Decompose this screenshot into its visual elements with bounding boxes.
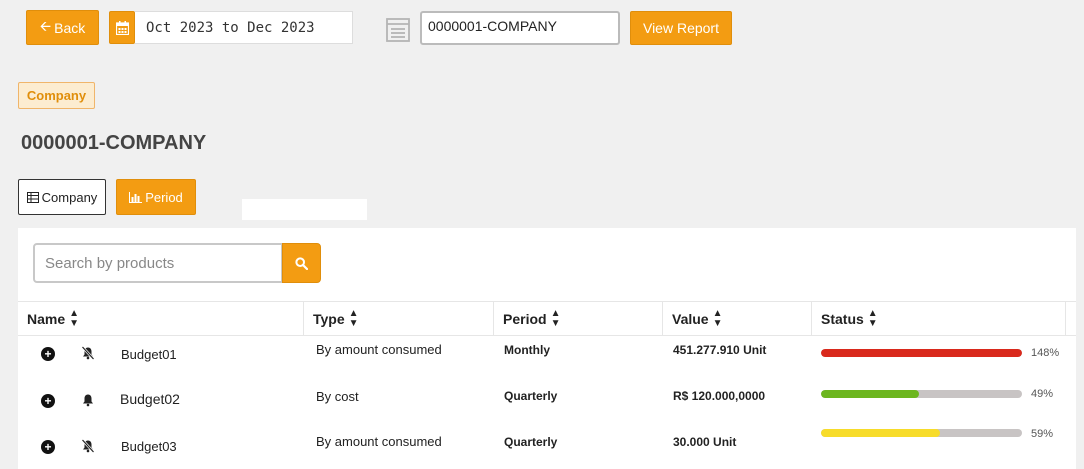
arrow-left-icon: 🡨 — [39, 17, 52, 34]
row-type: By cost — [316, 389, 359, 404]
column-header-status-label: Status — [821, 310, 864, 327]
row-value: 451.277.910 Unit — [673, 343, 767, 357]
column-header-type[interactable]: Type ▲ ▼ — [304, 302, 494, 335]
column-header-value[interactable]: Value ▲ ▼ — [663, 302, 812, 335]
row-period: Quarterly — [504, 389, 558, 403]
column-header-type-label: Type — [313, 310, 345, 327]
tab-period-label: Period — [145, 189, 183, 205]
sort-icon: ▲ ▼ — [348, 307, 359, 329]
status-progress-bar — [821, 429, 1022, 437]
tab-company-label: Company — [41, 189, 98, 205]
column-header-value-label: Value — [672, 310, 709, 327]
sort-icon: ▲ ▼ — [712, 307, 723, 329]
tab-company[interactable]: Company — [18, 179, 106, 215]
search-button[interactable] — [282, 243, 321, 283]
row-name: Budget02 — [120, 391, 180, 407]
page-title: 0000001-COMPANY — [21, 132, 207, 154]
row-value: 30.000 Unit — [673, 435, 737, 449]
status-percent: 49% — [1031, 388, 1054, 400]
column-header-name-label: Name — [27, 310, 66, 327]
company-select-input[interactable]: 0000001-COMPANY — [420, 11, 620, 45]
company-badge: Company — [18, 82, 95, 109]
status-percent: 148% — [1031, 347, 1060, 359]
table-row: + Budget03 By amount consumed Quarterly … — [18, 425, 1076, 469]
row-period: Monthly — [504, 343, 550, 357]
column-header-status[interactable]: Status ▲ ▼ — [812, 302, 1066, 335]
column-header-period-label: Period — [503, 310, 547, 327]
row-value: R$ 120.000,0000 — [673, 389, 766, 403]
sort-icon: ▲ ▼ — [69, 307, 80, 329]
sort-icon: ▲ ▼ — [867, 307, 878, 329]
row-type: By amount consumed — [316, 434, 442, 449]
bar-chart-icon — [129, 191, 143, 203]
search-icon — [295, 256, 308, 270]
sort-icon: ▲ ▼ — [550, 307, 561, 329]
row-name: Budget01 — [121, 347, 177, 362]
tab-period[interactable]: Period — [116, 179, 196, 215]
back-button[interactable]: 🡨 Back — [26, 10, 99, 45]
expand-plus-icon[interactable]: + — [41, 394, 55, 408]
back-button-label: Back — [54, 19, 86, 36]
status-progress-fill — [821, 390, 920, 398]
list-alt-icon[interactable] — [385, 17, 411, 43]
calendar-button[interactable] — [109, 11, 135, 44]
expand-plus-icon[interactable]: + — [41, 347, 55, 361]
status-percent: 59% — [1031, 428, 1054, 440]
expand-plus-icon[interactable]: + — [41, 440, 55, 454]
row-period: Quarterly — [504, 435, 558, 449]
table-row: + Budget01 By amount consumed Monthly 45… — [18, 336, 1076, 382]
status-progress-bar — [821, 390, 1022, 398]
table-header: Name ▲ ▼ Type ▲ ▼ Period ▲ ▼ Value ▲ ▼ Status ▲ ▼ — [18, 301, 1076, 336]
view-report-button[interactable]: View Report — [630, 11, 732, 45]
status-progress-fill — [821, 429, 940, 437]
blank-strip — [242, 199, 367, 220]
status-progress-bar — [821, 349, 1022, 357]
bell-slash-icon[interactable] — [81, 439, 95, 453]
table-icon — [26, 191, 39, 203]
status-progress-fill — [821, 349, 1022, 357]
calendar-icon — [115, 20, 129, 35]
row-type: By amount consumed — [316, 342, 442, 357]
table-row: + Budget02 By cost Quarterly R$ 120.000,… — [18, 381, 1076, 427]
search-input[interactable]: Search by products — [33, 243, 283, 283]
row-name: Budget03 — [121, 439, 177, 454]
column-header-period[interactable]: Period ▲ ▼ — [494, 302, 663, 335]
bell-icon[interactable] — [81, 393, 95, 407]
date-range-input[interactable]: Oct 2023 to Dec 2023 — [135, 11, 353, 44]
column-header-name[interactable]: Name ▲ ▼ — [18, 302, 304, 335]
bell-slash-icon[interactable] — [81, 346, 95, 360]
